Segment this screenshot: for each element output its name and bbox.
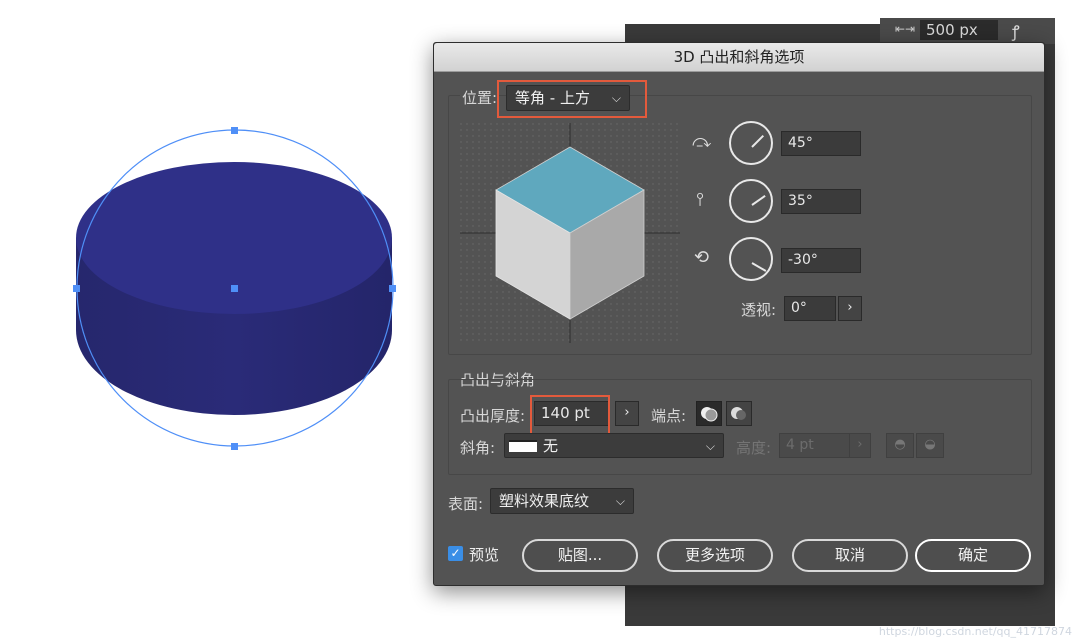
- y-rotation-input[interactable]: 35°: [781, 189, 861, 214]
- preview-label: 预览: [469, 546, 500, 564]
- selection-handle-top[interactable]: [231, 127, 238, 134]
- bevel-dropdown[interactable]: 无 ⌵: [504, 433, 724, 458]
- perspective-slider-button[interactable]: ›: [838, 296, 862, 321]
- chevron-down-icon: ⌵: [615, 494, 625, 508]
- cap-off-button[interactable]: [726, 401, 752, 426]
- preview-checkbox[interactable]: ✓: [448, 546, 463, 561]
- selection-handle-bottom[interactable]: [231, 443, 238, 450]
- width-icon: ⇤⇥: [895, 22, 916, 36]
- height-label: 高度:: [736, 439, 772, 457]
- watermark: https://blog.csdn.net/qq_41717874: [878, 625, 1072, 638]
- ok-button[interactable]: 确定: [915, 539, 1031, 572]
- z-axis-rotation-icon: ⟲: [694, 247, 710, 268]
- surface-dropdown[interactable]: 塑料效果底纹 ⌵: [490, 488, 634, 514]
- x-axis-rotation-icon: ⤼: [692, 131, 712, 152]
- surface-dropdown-value: 塑料效果底纹: [499, 492, 590, 510]
- dialog-title: 3D 凸出和斜角选项: [434, 43, 1044, 72]
- bevel-out-button[interactable]: ◓: [886, 433, 914, 458]
- 3d-extrude-bevel-dialog: 3D 凸出和斜角选项 位置: 等角 - 上方 ⌵ ⤼ 45° ⫯ 35° ⟲ -…: [433, 42, 1045, 586]
- y-axis-rotation-icon: ⫯: [696, 189, 704, 210]
- height-input[interactable]: 4 pt: [779, 433, 851, 458]
- cap-label: 端点:: [651, 407, 687, 425]
- extrude-depth-label: 凸出厚度:: [460, 407, 526, 425]
- position-label: 位置:: [460, 87, 500, 108]
- cap-on-icon: [701, 407, 718, 422]
- cap-on-button[interactable]: [696, 401, 722, 426]
- bevel-dropdown-value: 无: [543, 437, 559, 455]
- highlight-extrude-depth: [530, 395, 610, 435]
- x-rotation-dial[interactable]: [729, 121, 773, 165]
- x-rotation-input[interactable]: 45°: [781, 131, 861, 156]
- height-slider-button[interactable]: ›: [849, 433, 871, 458]
- z-rotation-input[interactable]: -30°: [781, 248, 861, 273]
- chevron-down-icon: ⌵: [705, 439, 715, 453]
- bevel-in-button[interactable]: ◒: [916, 433, 944, 458]
- rotation-cube-preview[interactable]: [460, 123, 680, 343]
- map-button[interactable]: 贴图...: [522, 539, 638, 572]
- z-rotation-dial[interactable]: [729, 237, 773, 281]
- link-icon[interactable]: ꝭ: [1012, 20, 1020, 42]
- extrude-depth-slider-button[interactable]: ›: [615, 401, 639, 426]
- selection-center-point: [231, 285, 238, 292]
- bevel-label: 斜角:: [460, 439, 496, 457]
- perspective-input[interactable]: 0°: [784, 296, 836, 321]
- cancel-button[interactable]: 取消: [792, 539, 908, 572]
- bevel-swatch: [509, 440, 537, 452]
- selection-handle-left[interactable]: [73, 285, 80, 292]
- cylinder-artwork[interactable]: [60, 110, 410, 470]
- surface-label: 表面:: [448, 495, 484, 513]
- y-rotation-dial[interactable]: [729, 179, 773, 223]
- more-options-button[interactable]: 更多选项: [657, 539, 773, 572]
- selection-handle-right[interactable]: [389, 285, 396, 292]
- perspective-label: 透视:: [741, 301, 777, 319]
- cap-off-icon: [731, 407, 746, 420]
- width-input[interactable]: 500 px: [920, 20, 998, 40]
- highlight-position: [497, 80, 647, 118]
